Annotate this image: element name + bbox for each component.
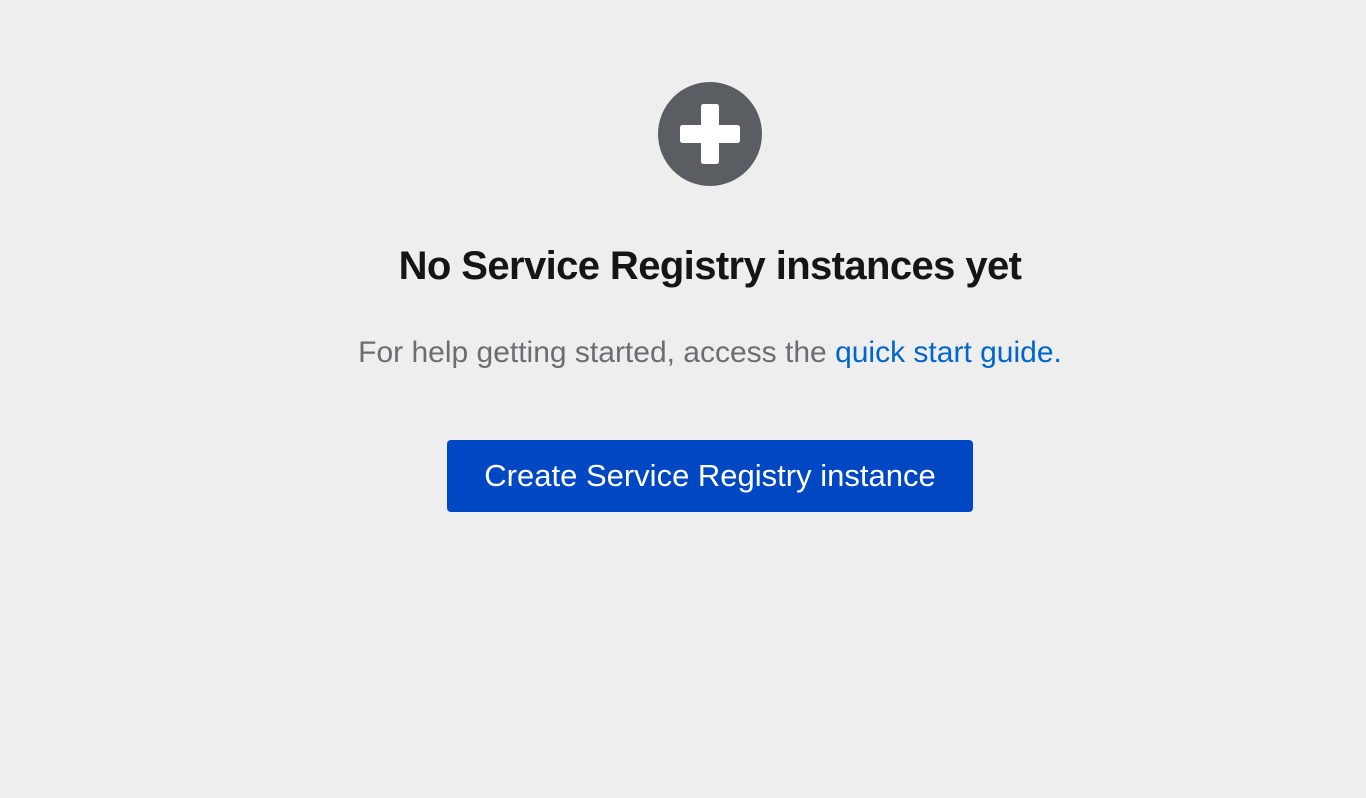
empty-state: No Service Registry instances yet For he… (0, 0, 1366, 798)
empty-state-title: No Service Registry instances yet (398, 244, 1022, 288)
empty-state-body: For help getting started, access the qui… (260, 332, 1160, 374)
quick-start-guide-link[interactable]: quick start guide. (835, 336, 1062, 369)
plus-circle-icon (658, 82, 762, 186)
body-text-prefix: For help getting started, access the (358, 336, 836, 369)
create-service-registry-instance-button[interactable]: Create Service Registry instance (447, 440, 973, 512)
